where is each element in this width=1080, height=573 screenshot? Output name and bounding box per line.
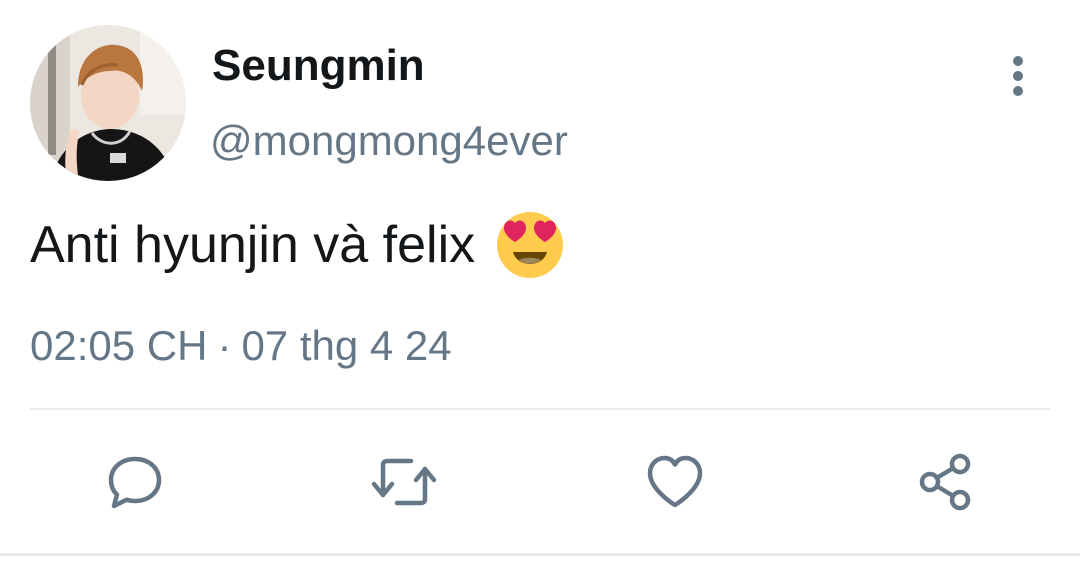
retweet-icon xyxy=(371,458,437,506)
heart-eyes-emoji-icon xyxy=(495,210,565,280)
like-icon xyxy=(647,455,703,508)
tweet-time: 02:05 CH xyxy=(30,322,208,369)
tweet-text: Anti hyunjin và felix xyxy=(30,210,565,280)
like-button[interactable] xyxy=(633,440,717,524)
user-handle[interactable]: @mongmong4ever xyxy=(210,115,568,167)
bottom-divider xyxy=(0,553,1080,556)
reply-icon xyxy=(108,456,162,509)
tweet-timestamp: 02:05 CH · 07 thg 4 24 xyxy=(30,320,452,372)
reply-button[interactable] xyxy=(93,440,177,524)
retweet-button[interactable] xyxy=(362,440,446,524)
display-name[interactable]: Seungmin xyxy=(212,40,425,92)
divider xyxy=(30,408,1050,410)
meta-separator: · xyxy=(217,322,232,369)
avatar-image xyxy=(30,25,186,181)
tweet-text-content: Anti hyunjin và felix xyxy=(30,216,476,274)
action-bar xyxy=(0,440,1080,524)
avatar[interactable] xyxy=(30,25,186,181)
share-icon xyxy=(919,453,971,511)
more-options-button[interactable] xyxy=(998,52,1038,100)
tweet-card: Seungmin @mongmong4ever Anti hyunjin và … xyxy=(0,0,1080,573)
more-vertical-icon xyxy=(1013,56,1023,96)
share-button[interactable] xyxy=(903,440,987,524)
tweet-date: 07 thg 4 24 xyxy=(241,322,452,369)
